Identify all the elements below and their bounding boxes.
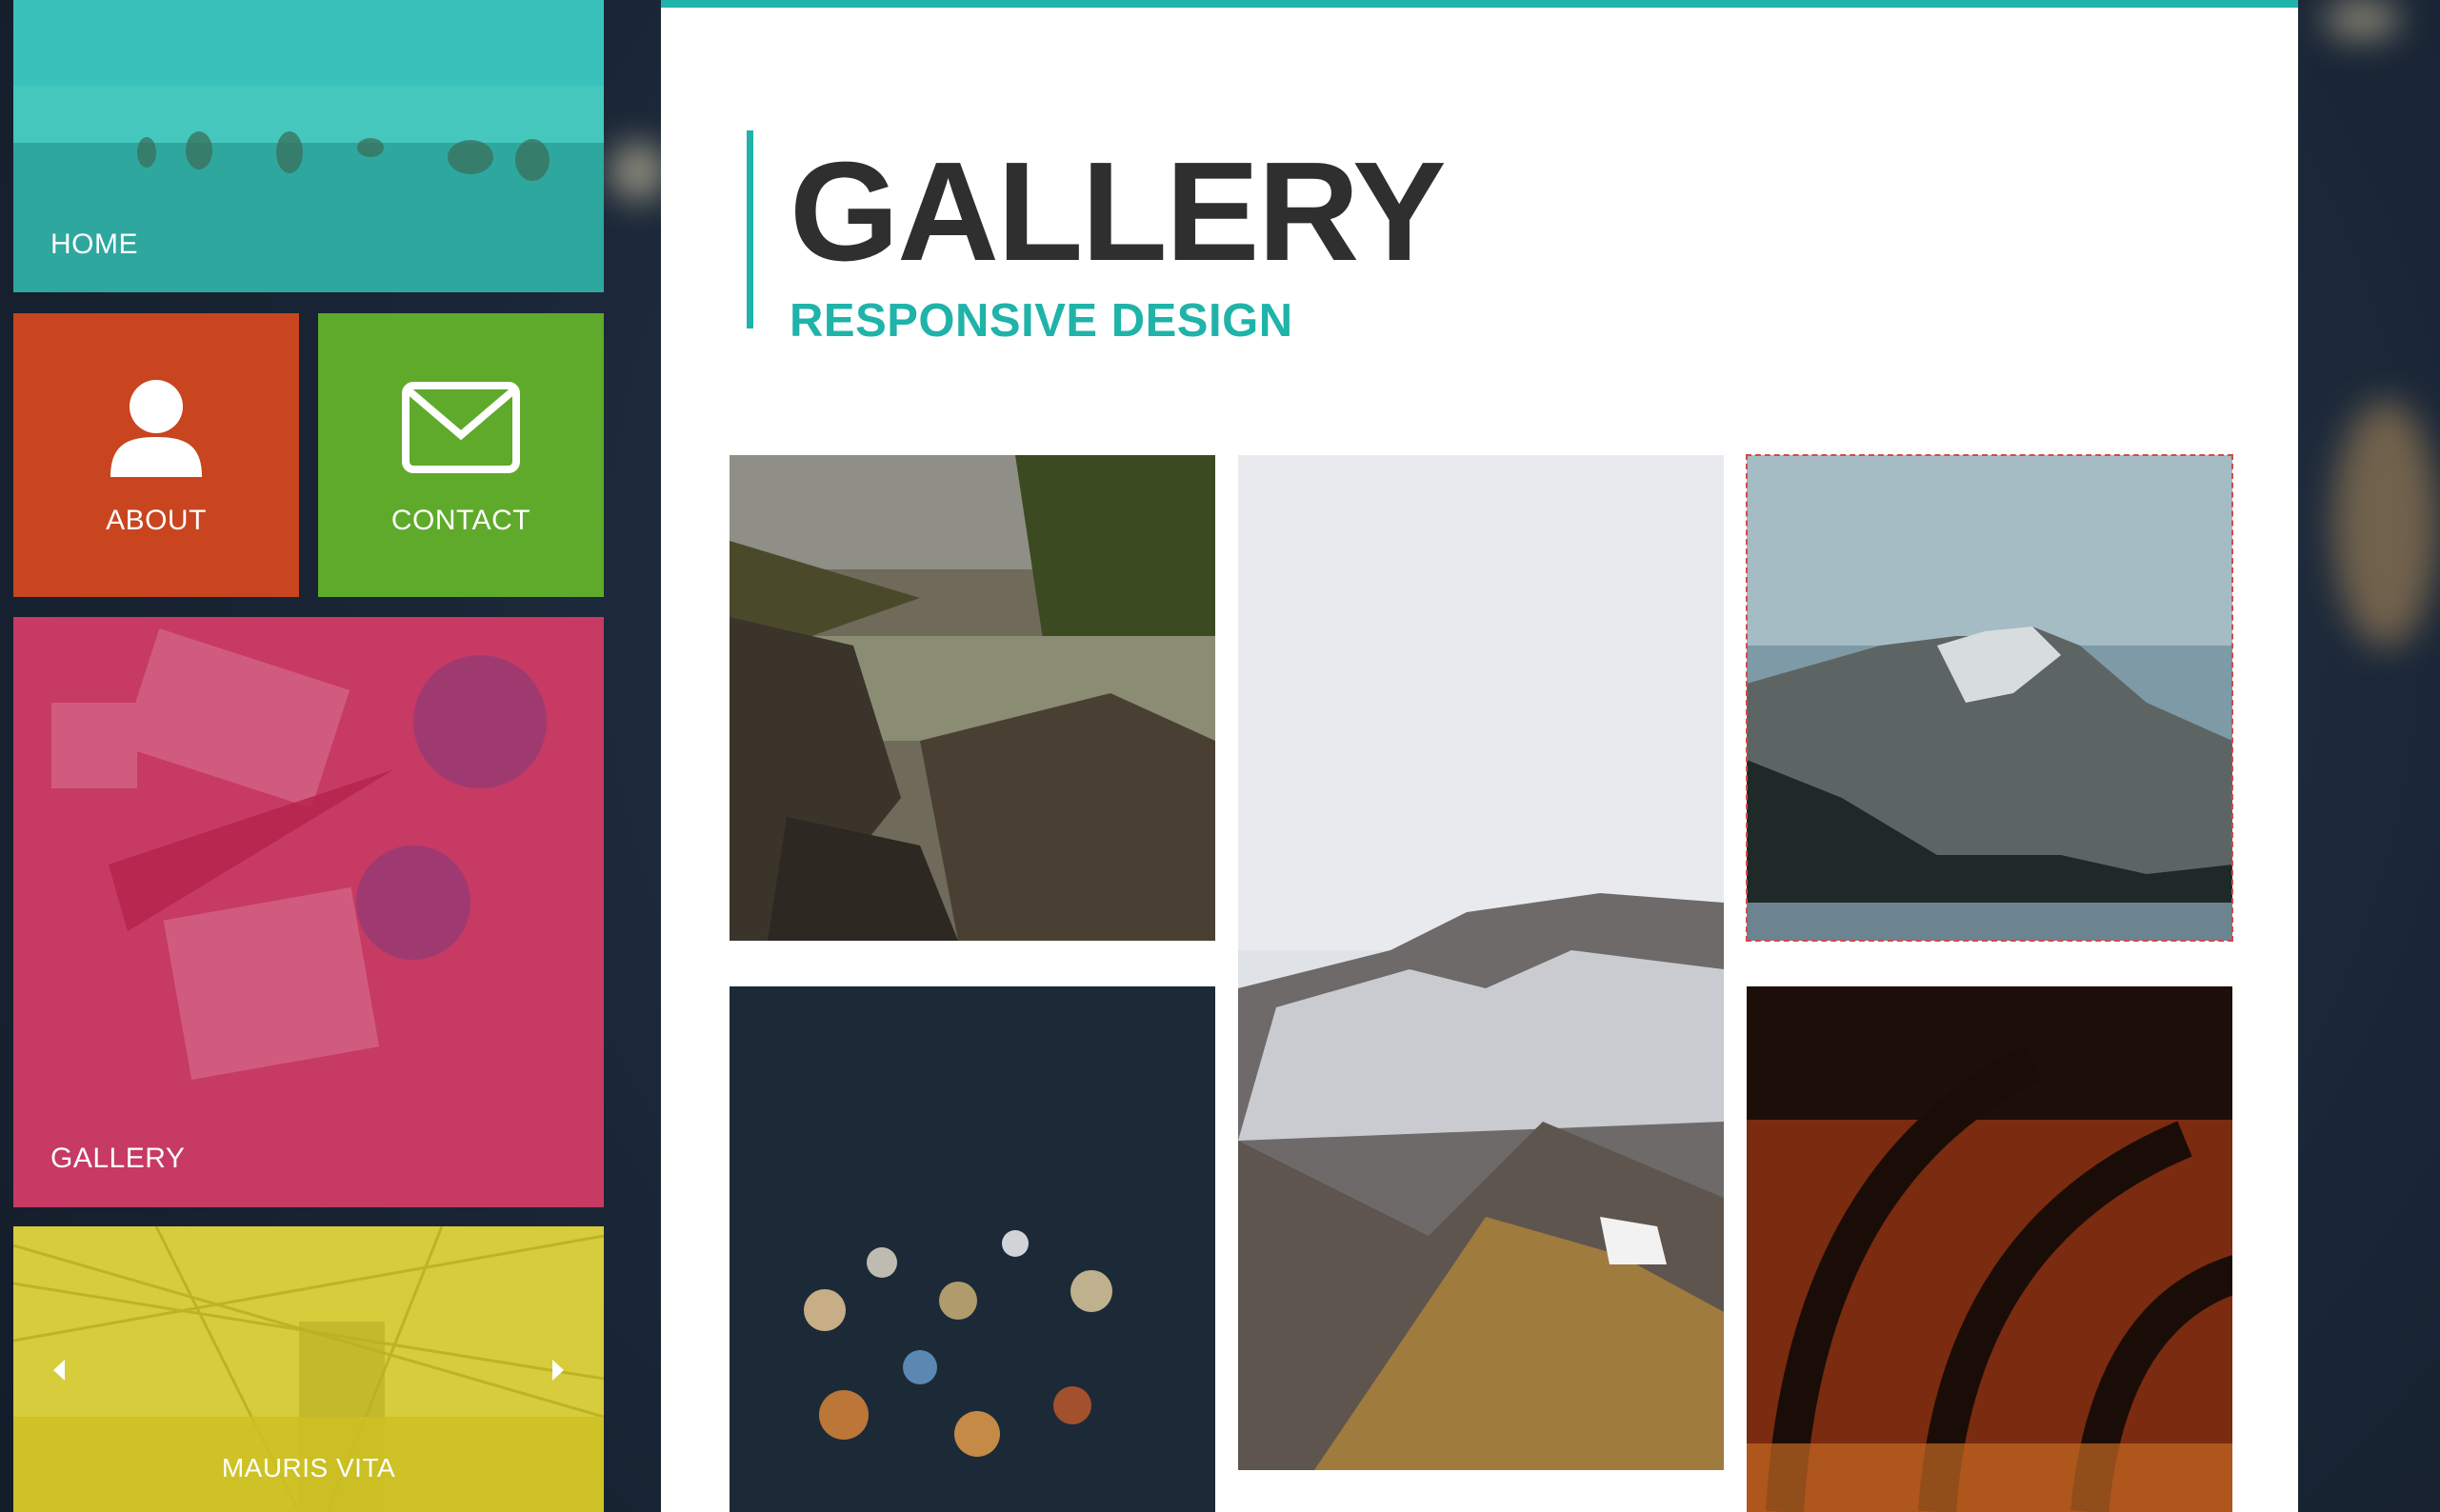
gallery-photo-vaulted-arches[interactable] xyxy=(1747,986,2232,1512)
snowy-mountain-ridge-image xyxy=(1238,455,1724,1470)
gallery-photo-snowy-mountain-ridge[interactable] xyxy=(1238,455,1724,1470)
slider-caption: MAURIS VITA xyxy=(221,1453,396,1482)
school-items-image xyxy=(13,617,604,1207)
accent-top-bar xyxy=(661,0,2298,8)
background-bokeh xyxy=(2324,0,2400,38)
slider-prev-button[interactable] xyxy=(50,1356,69,1384)
city-lights-bokeh-image xyxy=(730,986,1215,1512)
gallery-photo-city-lights-bokeh[interactable] xyxy=(730,986,1215,1512)
background-bokeh xyxy=(610,143,667,200)
user-icon xyxy=(110,380,202,477)
nav-about-label: ABOUT xyxy=(106,505,207,536)
page-header: GALLERY RESPONSIVE DESIGN xyxy=(747,130,1447,347)
page-title: GALLERY xyxy=(790,133,1447,290)
nav-tile-contact[interactable]: CONTACT xyxy=(318,313,604,597)
mountain-lake-image xyxy=(1747,455,2232,941)
nav-gallery-label: GALLERY xyxy=(50,1143,186,1174)
vaulted-arches-image xyxy=(1747,986,2232,1512)
nav-tile-home[interactable]: HOME xyxy=(13,0,604,292)
nav-home-label: HOME xyxy=(50,229,138,260)
page-subtitle: RESPONSIVE DESIGN xyxy=(790,295,1293,347)
arrow-right-icon xyxy=(552,1360,564,1381)
background-bokeh xyxy=(2333,400,2438,647)
nav-tile-gallery[interactable]: GALLERY xyxy=(13,617,604,1207)
river-rocks-image xyxy=(730,455,1215,941)
gallery-photo-mountain-lake[interactable] xyxy=(1746,454,2233,942)
nav-tile-slider[interactable]: MAURIS VITA xyxy=(13,1226,604,1512)
gallery-photo-river-rocks[interactable] xyxy=(730,455,1215,941)
slider-next-button[interactable] xyxy=(549,1356,568,1384)
nav-contact-label: CONTACT xyxy=(390,505,531,536)
arrow-left-icon xyxy=(53,1360,65,1381)
nav-tile-about[interactable]: ABOUT xyxy=(13,313,299,597)
envelope-icon xyxy=(402,382,520,473)
main-content-panel: GALLERY RESPONSIVE DESIGN xyxy=(661,0,2298,1512)
